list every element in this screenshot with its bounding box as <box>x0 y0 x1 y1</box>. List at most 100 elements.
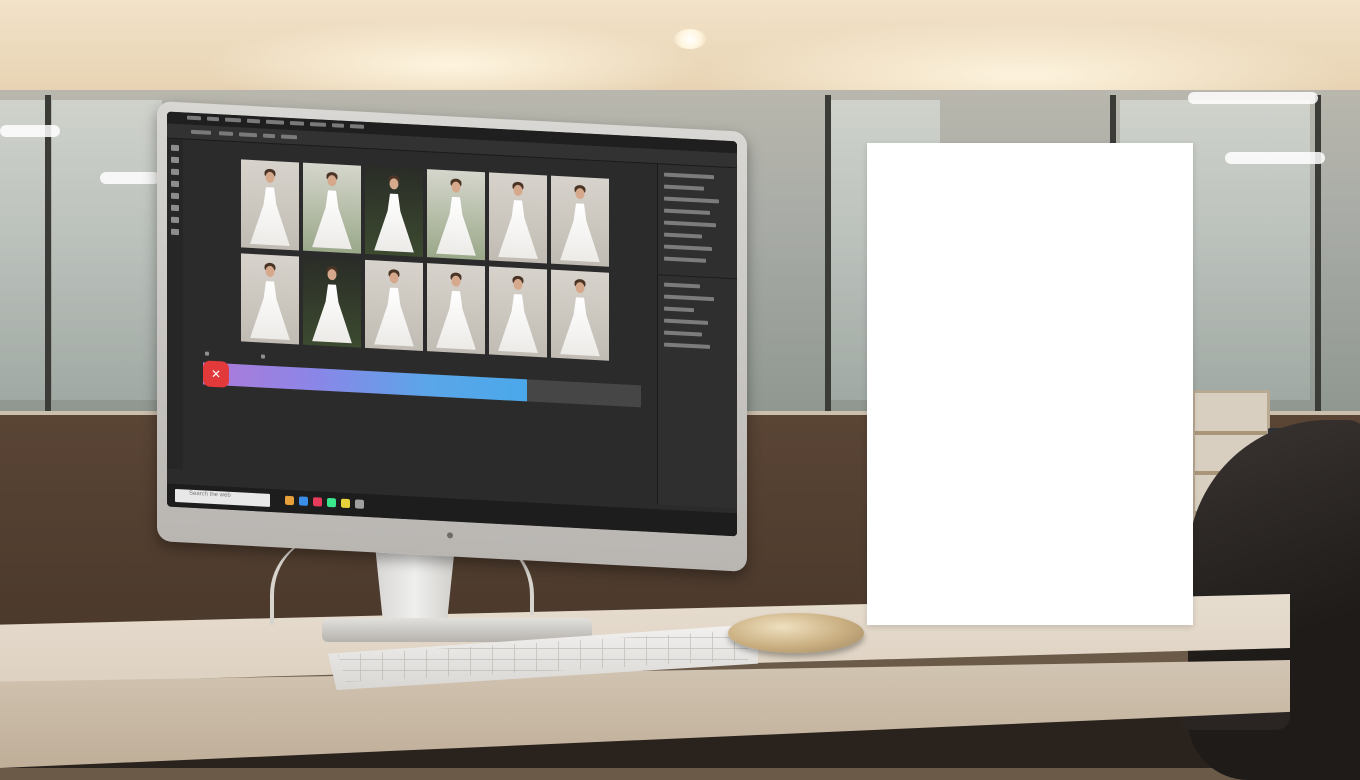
option-control[interactable] <box>191 129 211 135</box>
crop-tool-icon[interactable] <box>171 180 179 188</box>
thumbnail-head <box>575 187 585 199</box>
mouse <box>728 613 864 653</box>
thumbnail-gown <box>560 297 600 357</box>
menu-item[interactable] <box>332 123 344 128</box>
panel-row[interactable] <box>664 220 716 228</box>
menu-item[interactable] <box>350 124 364 129</box>
gallery-thumbnail[interactable] <box>365 165 423 257</box>
panel-row[interactable] <box>664 330 702 337</box>
thumbnail-gown <box>436 196 476 256</box>
blank-white-poster <box>867 143 1193 625</box>
thumbnail-head <box>389 177 399 190</box>
option-control[interactable] <box>281 134 297 140</box>
thumbnail-head <box>513 278 523 290</box>
taskbar-app-icon[interactable] <box>285 495 294 506</box>
gallery-thumbnail[interactable] <box>551 269 609 361</box>
option-control[interactable] <box>219 131 233 136</box>
gallery-thumbnail[interactable] <box>427 169 485 261</box>
tool-palette <box>167 138 183 470</box>
thumbnail-head <box>575 281 585 293</box>
panel-row[interactable] <box>664 342 710 349</box>
gallery-thumbnail[interactable] <box>489 266 547 358</box>
taskbar-app-icon[interactable] <box>341 498 350 509</box>
option-control[interactable] <box>239 132 257 138</box>
gallery-thumbnail[interactable] <box>241 159 299 251</box>
taskbar: Search the web <box>167 483 737 537</box>
monitor: ↖ ✕ Search the web <box>157 101 747 572</box>
shelf-board <box>1195 431 1267 435</box>
thumbnail-head <box>389 271 399 284</box>
gallery-thumbnail[interactable] <box>241 253 299 345</box>
thumbnail-gown <box>312 284 352 344</box>
window-mullion <box>825 95 831 415</box>
panel-row[interactable] <box>664 196 719 204</box>
marquee-tool-icon[interactable] <box>171 156 179 164</box>
search-placeholder: Search the web <box>189 490 231 499</box>
menu-item[interactable] <box>290 120 304 126</box>
taskbar-app-icon[interactable] <box>327 497 336 508</box>
taskbar-search-input[interactable]: Search the web <box>175 488 270 507</box>
app-logo-icon[interactable]: ✕ <box>203 360 229 388</box>
progress-fill <box>203 362 528 402</box>
panel-row[interactable] <box>664 208 710 215</box>
thumbnail-head <box>327 268 337 280</box>
gallery-thumbnail[interactable] <box>489 172 547 264</box>
thumbnail-gown <box>374 193 414 253</box>
zoom-tool-icon[interactable] <box>171 228 179 236</box>
thumbnail-head <box>451 274 461 287</box>
ceiling-light-strip <box>1225 152 1325 164</box>
taskbar-app-icon[interactable] <box>313 497 322 507</box>
gallery-control-icon[interactable] <box>205 351 209 356</box>
gallery-thumbnail[interactable] <box>427 263 485 355</box>
panel-row[interactable] <box>664 184 704 191</box>
menu-item[interactable] <box>187 115 201 121</box>
menu-item[interactable] <box>247 118 260 124</box>
progress-bar: ↖ <box>203 362 641 408</box>
gallery-thumbnail[interactable] <box>303 162 361 254</box>
panel-row[interactable] <box>664 318 708 325</box>
taskbar-app-icon[interactable] <box>355 499 364 509</box>
layers-panel <box>657 164 737 509</box>
menu-item[interactable] <box>310 122 326 127</box>
thumbnail-head <box>265 171 275 183</box>
option-control[interactable] <box>263 133 275 139</box>
photo-gallery <box>241 159 609 368</box>
brush-tool-icon[interactable] <box>171 192 179 200</box>
lasso-tool-icon[interactable] <box>171 168 179 176</box>
window-pane <box>0 100 45 400</box>
gallery-thumbnail[interactable] <box>551 175 609 267</box>
gallery-control-icon[interactable] <box>261 354 265 359</box>
panel-row[interactable] <box>664 282 700 289</box>
ceiling-light-strip <box>100 172 160 184</box>
monitor-camera-dot <box>447 532 453 539</box>
thumbnail-gown <box>560 203 600 263</box>
gallery-thumbnail[interactable] <box>303 256 361 348</box>
panel-row[interactable] <box>664 294 714 302</box>
panel-row[interactable] <box>664 256 706 263</box>
menu-item[interactable] <box>207 116 219 122</box>
menu-item[interactable] <box>266 119 284 125</box>
thumbnail-gown <box>436 290 476 350</box>
panel-row[interactable] <box>664 172 714 180</box>
thumbnail-gown <box>250 186 290 246</box>
panel-row[interactable] <box>664 232 702 239</box>
thumbnail-gown <box>498 199 538 259</box>
menu-item[interactable] <box>225 117 241 123</box>
panel-row[interactable] <box>664 244 712 252</box>
monitor-screen: ↖ ✕ Search the web <box>167 111 737 537</box>
panel-row[interactable] <box>664 306 694 313</box>
ceiling-light-strip <box>0 125 60 137</box>
move-tool-icon[interactable] <box>171 144 179 152</box>
thumbnail-head <box>451 180 461 193</box>
text-tool-icon[interactable] <box>171 216 179 224</box>
thumbnail-head <box>265 265 275 277</box>
taskbar-app-icon[interactable] <box>299 496 308 506</box>
thumbnail-gown <box>250 280 290 340</box>
window-mullion <box>1315 95 1321 415</box>
panel-divider <box>658 274 737 280</box>
window-pane <box>52 100 162 400</box>
gallery-thumbnail[interactable] <box>365 259 423 351</box>
thumbnail-gown <box>498 293 538 353</box>
eraser-tool-icon[interactable] <box>171 204 179 212</box>
ceiling-downlight <box>674 29 706 49</box>
